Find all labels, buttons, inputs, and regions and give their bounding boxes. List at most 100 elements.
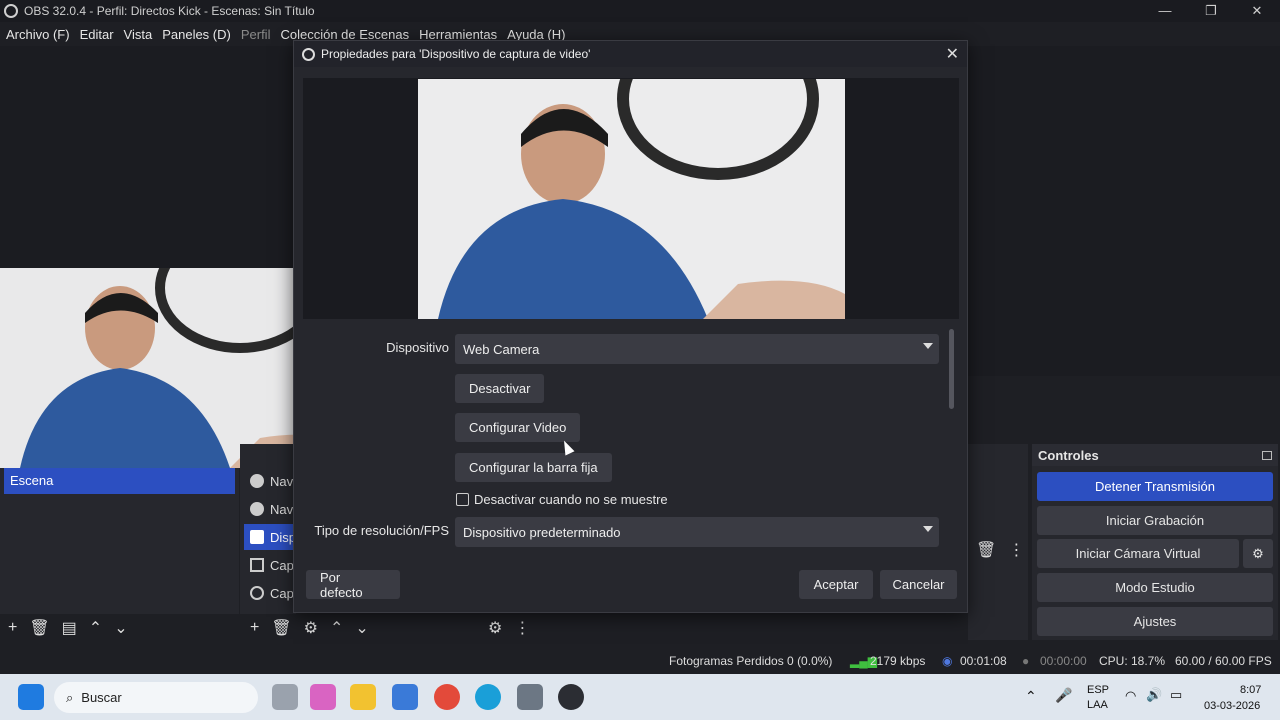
trash-icon[interactable]: 🗑 — [271, 618, 291, 638]
properties-dialog: Propiedades para 'Dispositivo de captura… — [293, 40, 968, 613]
properties-scrollbar[interactable] — [949, 329, 954, 409]
clock-date[interactable]: 03-03-2026 — [1204, 700, 1260, 712]
accept-button[interactable]: Aceptar — [799, 570, 873, 599]
window-title: OBS 32.0.4 - Perfil: Directos Kick - Esc… — [24, 4, 315, 18]
webcam-preview-image — [418, 79, 845, 319]
stop-stream-button[interactable]: Detener Transmisión — [1037, 472, 1273, 501]
sources-toolbar: + 🗑 ⚙ ⌃ ⌄ — [250, 618, 369, 638]
settings-button[interactable]: Ajustes — [1037, 607, 1273, 636]
microphone-icon — [250, 586, 264, 600]
configure-video-button[interactable]: Configurar Video — [455, 413, 581, 442]
copilot-icon[interactable] — [310, 684, 336, 710]
status-bar: Fotogramas Perdidos 0 (0.0%) ▂▄▆ 2179 kb… — [0, 650, 1280, 672]
source-item[interactable]: Cap — [244, 580, 298, 606]
window-title-bar: OBS 32.0.4 - Perfil: Directos Kick - Esc… — [0, 0, 1280, 22]
menu-file[interactable]: Archivo (F) — [6, 27, 70, 42]
scenes-toolbar: + 🗑 ▤ ⌃ ⌄ — [8, 618, 128, 638]
deactivate-button[interactable]: Desactivar — [455, 374, 545, 403]
source-item[interactable]: Nav — [244, 468, 298, 494]
language-bottom[interactable]: LAA — [1087, 699, 1108, 711]
battery-icon[interactable]: ▭ — [1170, 687, 1182, 703]
obs-app-icon[interactable] — [558, 684, 584, 710]
wifi-icon[interactable]: ◠ — [1125, 688, 1136, 704]
bitrate: 2179 kbps — [870, 654, 926, 668]
defaults-button[interactable]: Por defecto — [306, 570, 400, 600]
microsoft-store-icon[interactable] — [392, 684, 418, 710]
trash-icon[interactable]: 🗑 — [976, 540, 996, 560]
dialog-title: Propiedades para 'Dispositivo de captura… — [321, 47, 591, 61]
cpu-usage: CPU: 18.7% — [1099, 654, 1166, 668]
task-view-icon[interactable] — [272, 684, 298, 710]
source-item[interactable]: Nav — [244, 496, 298, 522]
microphone-icon[interactable]: 🎤 — [1055, 687, 1072, 704]
chevron-up-icon[interactable]: ⌃ — [1025, 688, 1037, 705]
obs-logo-icon — [4, 4, 18, 18]
settings-app-icon[interactable] — [517, 684, 543, 710]
move-up-icon[interactable]: ⌃ — [330, 618, 343, 638]
resolution-type-select[interactable]: Dispositivo predeterminado — [455, 517, 939, 547]
more-options-icon[interactable]: ⋮ — [1008, 540, 1024, 560]
clock-time[interactable]: 8:07 — [1240, 684, 1261, 696]
add-source-icon[interactable]: + — [250, 619, 259, 637]
chevron-down-icon — [923, 526, 933, 532]
start-recording-button[interactable]: Iniciar Grabación — [1037, 506, 1273, 535]
configure-crossbar-button[interactable]: Configurar la barra fija — [455, 453, 612, 482]
deactivate-when-hidden-checkbox[interactable] — [456, 493, 469, 506]
browser-icon — [250, 502, 264, 516]
move-up-icon[interactable]: ⌃ — [89, 618, 102, 638]
move-down-icon[interactable]: ⌄ — [355, 618, 368, 638]
search-icon: ⌕ — [66, 689, 74, 705]
start-virtual-camera-button[interactable]: Iniciar Cámara Virtual — [1037, 539, 1239, 568]
more-options-icon[interactable]: ⋮ — [514, 618, 530, 638]
source-item[interactable]: Disp — [244, 524, 298, 550]
menu-view[interactable]: Vista — [124, 27, 153, 42]
chevron-down-icon — [923, 343, 933, 349]
menu-docks[interactable]: Paneles (D) — [162, 27, 231, 42]
virtual-camera-settings-button[interactable]: ⚙ — [1243, 539, 1273, 568]
device-label: Dispositivo — [386, 340, 449, 355]
filter-icon[interactable]: ▤ — [62, 618, 77, 638]
streaming-icon: ◉ — [942, 654, 953, 668]
close-icon[interactable]: ✕ — [946, 44, 959, 64]
cancel-button[interactable]: Cancelar — [880, 570, 957, 599]
stream-time: 00:01:08 — [960, 654, 1007, 668]
fps-readout: 60.00 / 60.00 FPS — [1175, 654, 1272, 668]
scene-item[interactable]: Escena — [4, 468, 235, 494]
monitor-icon — [250, 558, 264, 572]
language-top[interactable]: ESP — [1087, 684, 1109, 696]
chrome-icon[interactable] — [434, 684, 460, 710]
transitions-toolbar: 🗑 ⋮ — [976, 540, 1024, 560]
windows-taskbar: ⌕ Buscar ⌃ 🎤 ESP LAA ◠ 🔊 ▭ 8:07 03-03-20… — [0, 674, 1280, 720]
taskbar-search[interactable]: ⌕ Buscar — [54, 682, 258, 713]
obs-logo-icon — [302, 47, 315, 61]
volume-icon[interactable]: 🔊 — [1146, 687, 1162, 703]
camera-icon — [250, 530, 264, 544]
advanced-audio-icon[interactable]: ⚙ — [488, 618, 502, 638]
close-button[interactable]: ✕ — [1234, 0, 1280, 22]
deactivate-when-hidden-label: Desactivar cuando no se muestre — [474, 492, 668, 507]
dropped-frames: Fotogramas Perdidos 0 (0.0%) — [669, 654, 833, 668]
device-select[interactable]: Web Camera — [455, 334, 939, 364]
move-down-icon[interactable]: ⌄ — [114, 618, 127, 638]
source-item[interactable]: Cap — [244, 552, 298, 578]
resolution-type-label: Tipo de resolución/FPS — [314, 523, 449, 538]
recording-icon: ● — [1022, 654, 1030, 668]
menu-profile[interactable]: Perfil — [241, 27, 271, 42]
minimize-button[interactable]: — — [1142, 0, 1188, 22]
mixer-toolbar: ⚙ ⋮ — [488, 618, 530, 638]
browser-icon — [250, 474, 264, 488]
controls-header: Controles — [1032, 444, 1278, 466]
dialog-title-bar: Propiedades para 'Dispositivo de captura… — [294, 41, 967, 67]
windows-start-icon[interactable] — [18, 684, 44, 710]
studio-mode-button[interactable]: Modo Estudio — [1037, 573, 1273, 602]
add-scene-icon[interactable]: + — [8, 619, 17, 637]
gear-icon: ⚙ — [1252, 545, 1264, 561]
edge-icon[interactable] — [475, 684, 501, 710]
file-explorer-icon[interactable] — [350, 684, 376, 710]
menu-edit[interactable]: Editar — [80, 27, 114, 42]
float-dock-icon[interactable] — [1262, 450, 1272, 460]
gear-icon[interactable]: ⚙ — [304, 618, 318, 638]
recording-time: 00:00:00 — [1040, 654, 1087, 668]
maximize-button[interactable]: ❐ — [1188, 0, 1234, 22]
trash-icon[interactable]: 🗑 — [29, 618, 49, 638]
